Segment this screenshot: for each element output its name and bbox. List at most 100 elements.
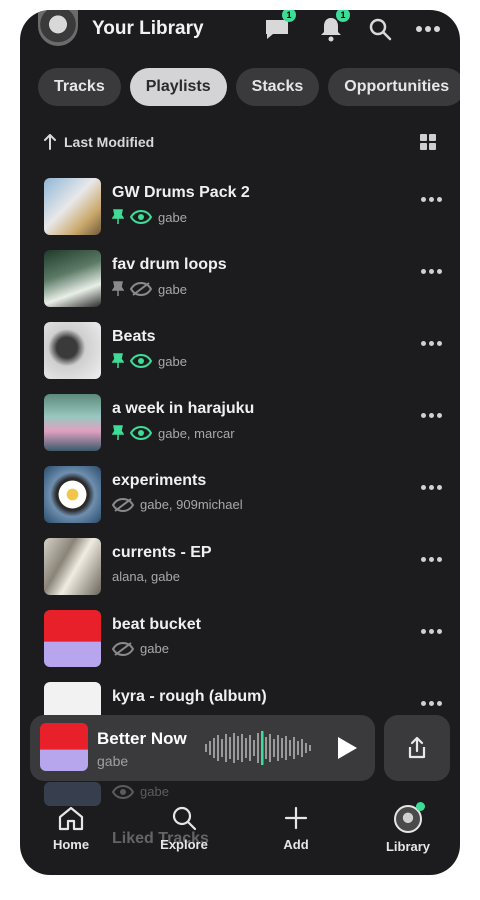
playlist-cover [44, 538, 101, 595]
notifications-badge: 1 [336, 10, 350, 22]
pin-icon [112, 425, 124, 440]
waveform[interactable] [205, 731, 315, 765]
tab-tracks[interactable]: Tracks [38, 68, 121, 106]
more-options-button[interactable] [413, 14, 443, 44]
play-icon[interactable] [335, 735, 359, 761]
collaborators: gabe [140, 784, 169, 799]
page-title: Your Library [92, 18, 204, 39]
grid-view-icon[interactable] [420, 134, 436, 150]
playlist-meta: gabe, marcar [112, 425, 235, 441]
list-item[interactable]: experiments gabe, 909michael [20, 458, 460, 530]
eye-off-icon [112, 497, 134, 512]
collaborators: gabe, marcar [158, 425, 235, 441]
item-more-button[interactable] [421, 557, 442, 562]
eye-off-icon [112, 641, 134, 656]
item-more-button[interactable] [421, 341, 442, 346]
now-playing-cover [40, 723, 88, 771]
playlist-title: currents - EP [112, 544, 212, 561]
nav-explore[interactable]: Explore [144, 805, 224, 852]
playlist-title: fav drum loops [112, 256, 227, 273]
phone-screen: Your Library 1 1 Tracks Playlists Stacks… [20, 10, 460, 875]
nav-explore-label: Explore [160, 837, 208, 852]
playlist-cover [44, 178, 101, 235]
playlist-meta: gabe [112, 641, 169, 656]
search-icon [172, 806, 197, 831]
bottom-nav: Home Explore Add Library [20, 800, 460, 875]
nav-home[interactable]: Home [31, 805, 111, 852]
share-button[interactable] [384, 715, 450, 781]
tab-opportunities[interactable]: Opportunities [328, 68, 460, 106]
playlist-cover [44, 250, 101, 307]
sort-control[interactable]: Last Modified [44, 134, 154, 150]
tab-playlists[interactable]: Playlists [129, 68, 227, 106]
item-more-button[interactable] [421, 197, 442, 202]
list-item[interactable]: currents - EP alana, gabe [20, 530, 460, 602]
sort-label: Last Modified [64, 134, 155, 150]
item-more-button[interactable] [421, 413, 442, 418]
ellipsis-icon [416, 26, 440, 32]
playlist-title: a week in harajuku [112, 400, 255, 417]
playlist-title: Beats [112, 328, 156, 345]
notifications-button[interactable]: 1 [316, 10, 350, 44]
now-playing-artist: gabe [97, 753, 129, 769]
home-icon [58, 806, 84, 831]
messages-badge: 1 [282, 10, 296, 22]
collaborators: alana, gabe [112, 569, 180, 584]
list-item[interactable]: fav drum loops gabe [20, 242, 460, 314]
playlist-list: GW Drums Pack 2 gabe fav drum loops gabe… [20, 170, 460, 746]
collaborators: gabe [140, 641, 169, 656]
messages-button[interactable]: 1 [262, 10, 296, 44]
collaborators: gabe [158, 209, 187, 225]
item-more-button[interactable] [421, 269, 442, 274]
filter-tabs: Tracks Playlists Stacks Opportunities [38, 68, 460, 108]
item-more-button[interactable] [421, 701, 442, 706]
eye-icon [112, 784, 134, 799]
list-item[interactable]: GW Drums Pack 2 gabe [20, 170, 460, 242]
list-item[interactable]: beat bucket gabe [20, 602, 460, 674]
nav-home-label: Home [52, 837, 90, 852]
playlist-title: GW Drums Pack 2 [112, 184, 250, 201]
eye-icon [130, 354, 152, 368]
search-icon [369, 18, 392, 41]
playlist-meta: gabe [112, 784, 169, 799]
playlist-cover [44, 466, 101, 523]
playlist-meta: gabe [112, 209, 187, 225]
playlist-cover [44, 610, 101, 667]
pin-icon [112, 209, 124, 224]
nav-add-label: Add [283, 837, 309, 852]
collaborators: gabe [158, 281, 187, 297]
playlist-title: kyra - rough (album) [112, 688, 267, 705]
plus-icon [284, 806, 308, 830]
arrow-up-icon [44, 134, 56, 150]
list-item[interactable]: a week in harajuku gabe, marcar [20, 386, 460, 458]
nav-library-label: Library [385, 839, 431, 854]
collaborators: gabe, 909michael [140, 497, 243, 512]
eye-icon [130, 426, 152, 440]
playlist-meta: alana, gabe [112, 569, 180, 584]
tab-stacks[interactable]: Stacks [235, 68, 320, 106]
playlist-title: experiments [112, 472, 207, 489]
playlist-title: beat bucket [112, 616, 201, 633]
playlist-meta: gabe [112, 353, 187, 369]
search-button[interactable] [365, 14, 395, 44]
now-playing-title: Better Now [97, 729, 187, 748]
playhead [261, 731, 264, 765]
nav-add[interactable]: Add [256, 805, 336, 852]
item-more-button[interactable] [421, 629, 442, 634]
nav-library[interactable]: Library [368, 802, 448, 854]
playlist-cover [44, 394, 101, 451]
share-icon [408, 736, 426, 759]
pin-icon [112, 353, 124, 368]
pin-icon [112, 281, 124, 296]
playlist-meta: gabe, 909michael [112, 497, 243, 512]
eye-icon [130, 210, 152, 224]
mini-player[interactable]: Better Now gabe [30, 715, 375, 781]
playlist-cover [44, 322, 101, 379]
profile-avatar[interactable] [38, 10, 78, 46]
library-badge-dot [416, 802, 425, 811]
item-more-button[interactable] [421, 485, 442, 490]
library-icon [394, 802, 425, 833]
collaborators: gabe [158, 353, 187, 369]
list-item[interactable]: Beats gabe [20, 314, 460, 386]
header: Your Library 1 1 [20, 10, 460, 60]
